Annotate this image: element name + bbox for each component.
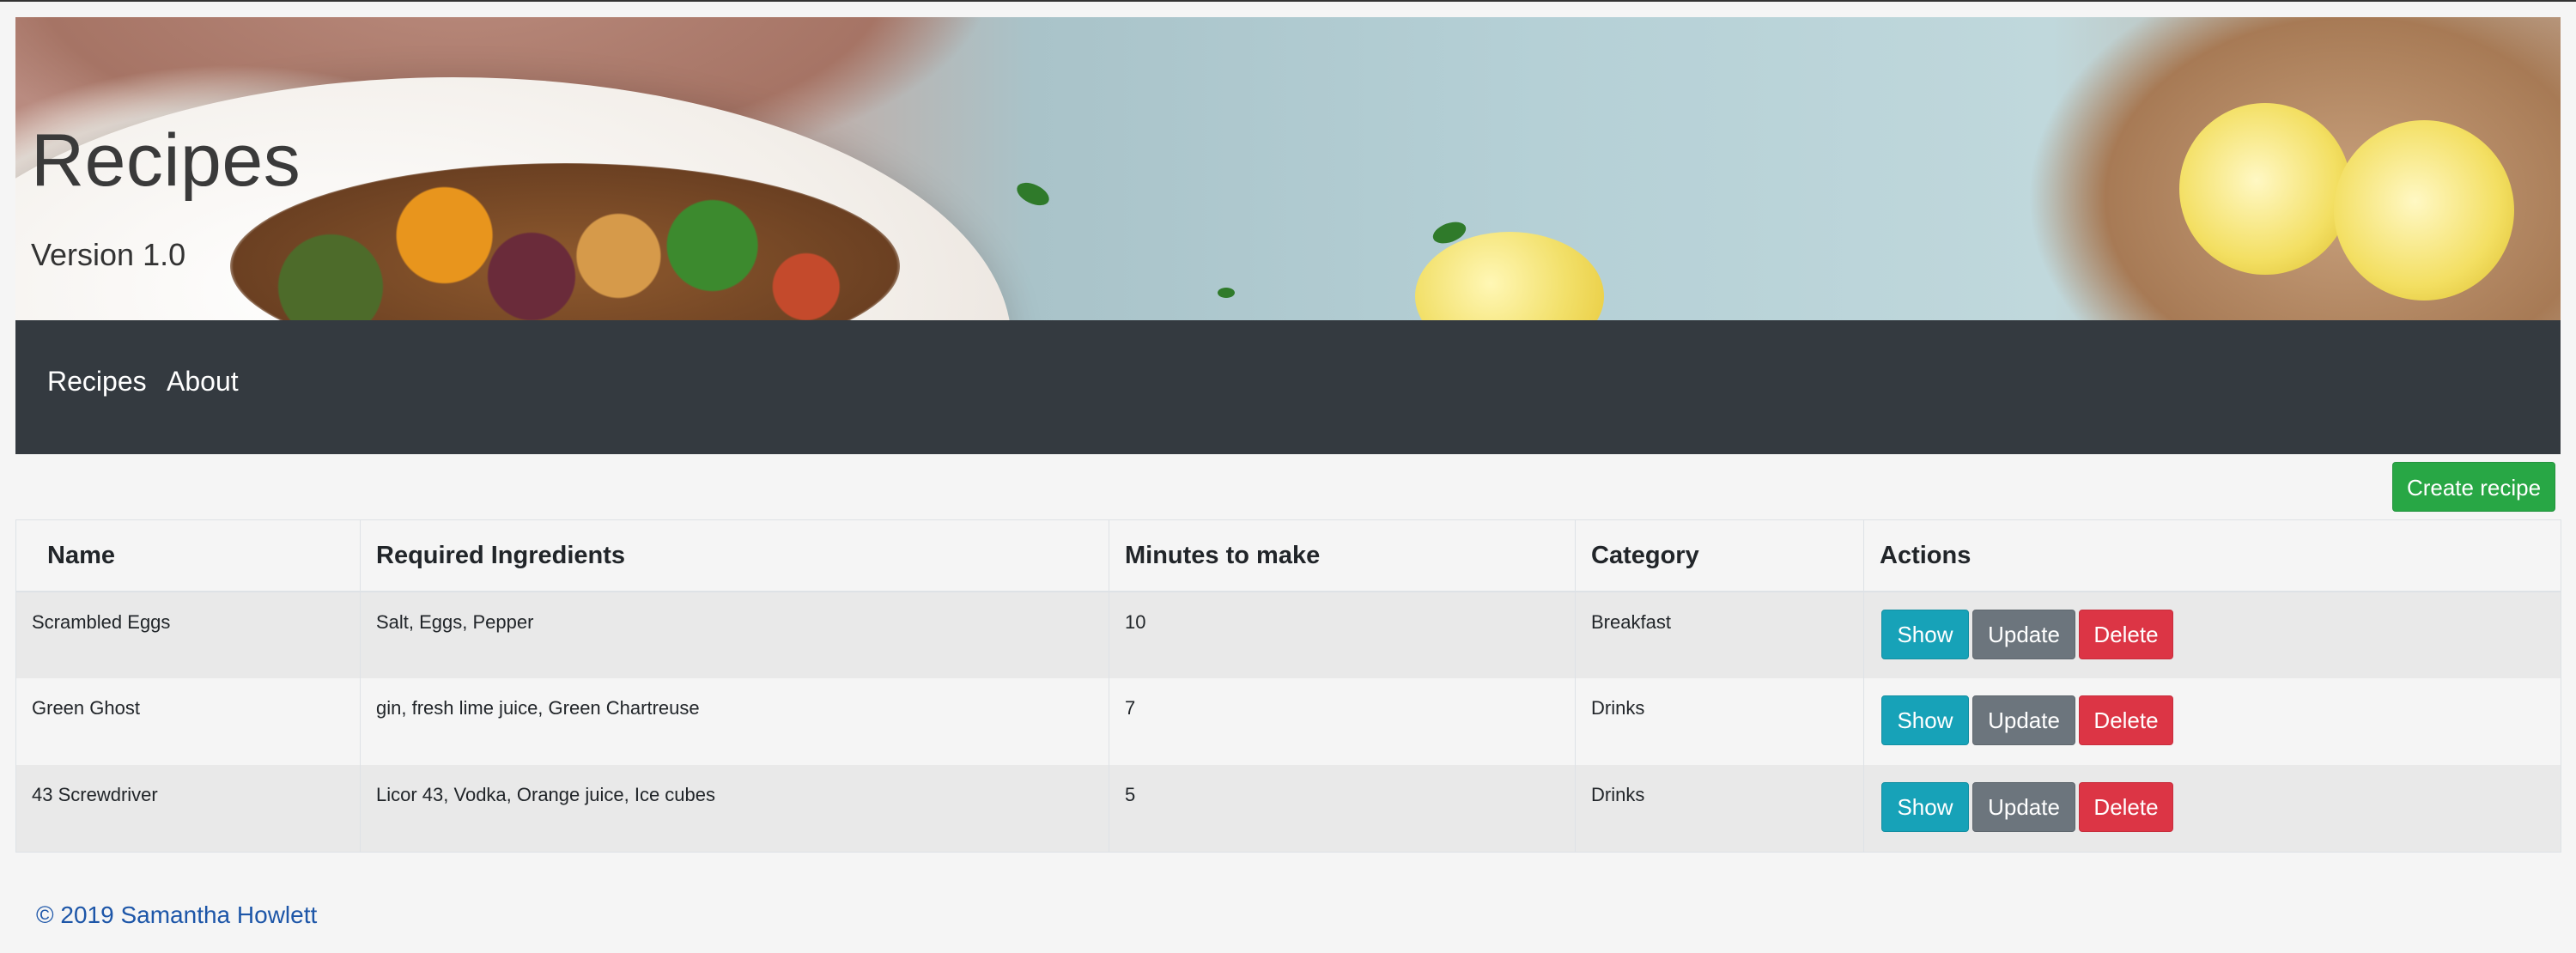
create-recipe-button[interactable]: Create recipe	[2392, 462, 2555, 512]
minutes-cell: 5	[1109, 765, 1576, 853]
recipes-table: Name Required Ingredients Minutes to mak…	[15, 519, 2561, 853]
banner-herb-image	[1013, 178, 1053, 210]
delete-button[interactable]: Delete	[2079, 610, 2173, 659]
table-row: Green Ghost gin, fresh lime juice, Green…	[15, 678, 2561, 765]
category-cell: Breakfast	[1575, 592, 1864, 678]
column-header-minutes: Minutes to make	[1109, 519, 1576, 592]
column-header-actions: Actions	[1863, 519, 2561, 592]
top-border	[0, 0, 2576, 2]
delete-button[interactable]: Delete	[2079, 782, 2173, 832]
ingredients-cell: Salt, Eggs, Pepper	[360, 592, 1109, 678]
nav-item-about[interactable]: About	[167, 366, 239, 398]
column-header-category: Category	[1575, 519, 1864, 592]
table-row: 43 Screwdriver Licor 43, Vodka, Orange j…	[15, 765, 2561, 853]
update-button[interactable]: Update	[1972, 695, 2075, 745]
actions-cell: Show Update Delete	[1863, 592, 2561, 678]
banner-lemon-image	[2179, 103, 2351, 275]
version-label: Version 1.0	[31, 237, 186, 272]
recipe-name-cell: Green Ghost	[15, 678, 361, 765]
actions-cell: Show Update Delete	[1863, 765, 2561, 853]
show-button[interactable]: Show	[1881, 610, 1969, 659]
update-button[interactable]: Update	[1972, 610, 2075, 659]
delete-button[interactable]: Delete	[2079, 695, 2173, 745]
category-cell: Drinks	[1575, 765, 1864, 853]
recipe-name-cell: Scrambled Eggs	[15, 592, 361, 678]
update-button[interactable]: Update	[1972, 782, 2075, 832]
banner-lemon-image	[2334, 120, 2514, 300]
page-title: Recipes	[31, 119, 301, 202]
header-banner: Recipes Version 1.0	[15, 17, 2561, 320]
ingredients-cell: Licor 43, Vodka, Orange juice, Ice cubes	[360, 765, 1109, 853]
banner-lemon-image	[1415, 232, 1604, 320]
footer-copyright: © 2019 Samantha Howlett	[36, 901, 318, 928]
minutes-cell: 7	[1109, 678, 1576, 765]
minutes-cell: 10	[1109, 592, 1576, 678]
recipe-name-cell: 43 Screwdriver	[15, 765, 361, 853]
actions-cell: Show Update Delete	[1863, 678, 2561, 765]
table-row: Scrambled Eggs Salt, Eggs, Pepper 10 Bre…	[15, 592, 2561, 678]
table-header-row: Name Required Ingredients Minutes to mak…	[15, 519, 2561, 592]
column-header-ingredients: Required Ingredients	[360, 519, 1109, 592]
category-cell: Drinks	[1575, 678, 1864, 765]
show-button[interactable]: Show	[1881, 695, 1969, 745]
nav-item-recipes[interactable]: Recipes	[47, 366, 147, 398]
show-button[interactable]: Show	[1881, 782, 1969, 832]
banner-herb-image	[1218, 288, 1235, 298]
navbar: Recipes About	[15, 320, 2561, 454]
ingredients-cell: gin, fresh lime juice, Green Chartreuse	[360, 678, 1109, 765]
column-header-name: Name	[15, 519, 361, 592]
